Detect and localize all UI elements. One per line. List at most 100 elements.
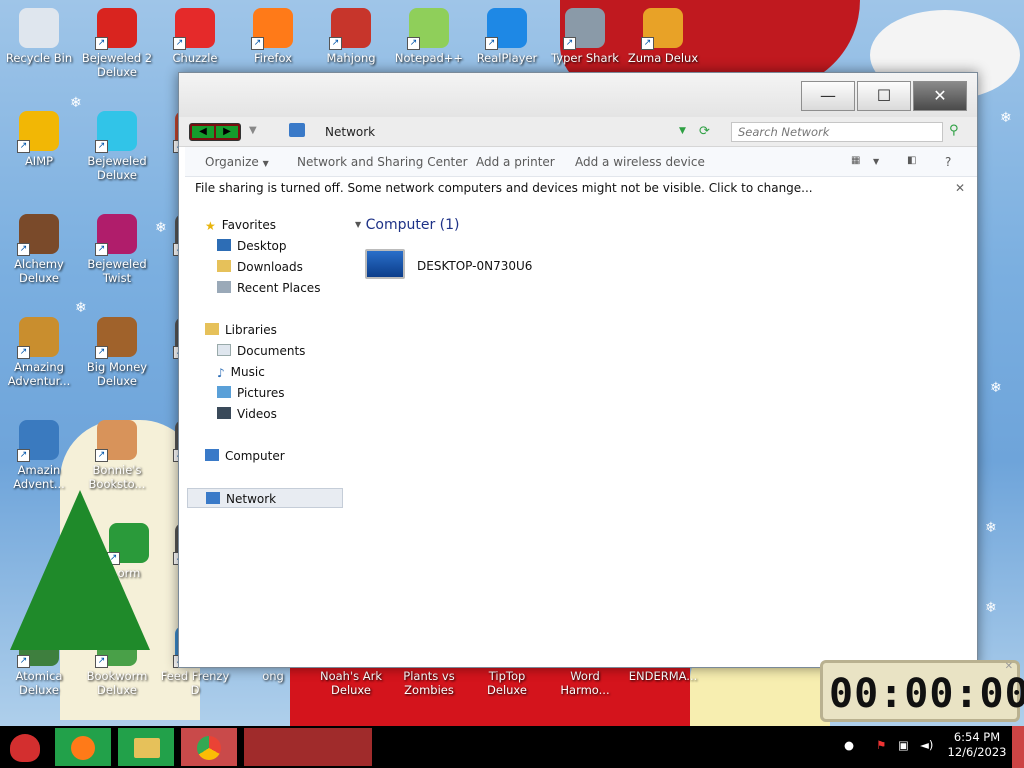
app-icon: ↗ (17, 420, 59, 462)
help-button[interactable]: ? (945, 155, 951, 169)
view-options-icon[interactable]: ▦ (851, 155, 860, 166)
desktop-icon-amazing-adventur-[interactable]: ↗ Amazing Adventur... (0, 317, 78, 388)
taskbar-firefox-icon[interactable] (55, 728, 111, 766)
network-computer-item[interactable]: DESKTOP-0N730U6 (363, 247, 563, 289)
shortcut-arrow-icon: ↗ (95, 346, 108, 359)
documents-icon (217, 344, 231, 356)
start-button-santa-icon[interactable] (0, 728, 52, 766)
pictures-icon (217, 386, 231, 398)
add-printer-button[interactable]: Add a printer (476, 155, 555, 169)
desktop-icon-typer-shark[interactable]: ↗ Typer Shark (546, 8, 624, 65)
libraries-icon (205, 323, 219, 335)
nav-network[interactable]: Network (187, 488, 343, 508)
show-desktop-button[interactable] (1012, 726, 1024, 768)
desktop-icon-bejeweled-twist[interactable]: ↗ Bejeweled Twist (78, 214, 156, 285)
desktop-icon-label: Atomica Deluxe (15, 669, 63, 697)
snowflake-icon: ❄ (70, 95, 82, 111)
computer-icon (365, 249, 405, 279)
desktop-icon-amazin-advent-[interactable]: ↗ Amazin Advent... (0, 420, 78, 491)
christmas-tree-icon (10, 490, 150, 650)
close-icon[interactable]: ✕ (955, 181, 965, 195)
notification-dot-icon[interactable]: ● (844, 738, 854, 752)
view-chevron-icon[interactable]: ▼ (873, 157, 879, 166)
nav-videos[interactable]: Videos (217, 404, 277, 424)
desktop-icon-label: Amazin Advent... (13, 463, 65, 491)
nav-downloads[interactable]: Downloads (217, 257, 303, 277)
desktop-icon-notepad-[interactable]: ↗ Notepad++ (390, 8, 468, 65)
desktop-icon-bonnie-s-booksto-[interactable]: ↗ Bonnie's Booksto... (78, 420, 156, 491)
network-sharing-center-button[interactable]: Network and Sharing Center (297, 155, 468, 169)
title-bar[interactable]: — ☐ ✕ (179, 73, 977, 117)
forward-arrow-icon[interactable]: ▶ (216, 126, 238, 138)
taskbar-open-window-button[interactable] (244, 728, 372, 766)
taskbar-chrome-icon[interactable] (181, 728, 237, 766)
desktop-icon-alchemy-deluxe[interactable]: ↗ Alchemy Deluxe (0, 214, 78, 285)
desktop-icon-zuma-delux[interactable]: ↗ Zuma Delux (624, 8, 702, 65)
desktop-icon-label: Bejeweled 2 Deluxe (81, 51, 153, 79)
desktop-icon-mahjong[interactable]: ↗ Mahjong (312, 8, 390, 65)
desktop-icon-label: Alchemy Deluxe (14, 257, 64, 285)
search-icon[interactable]: ⚲ (949, 123, 959, 138)
desktop-icon-recycle-bin[interactable]: Recycle Bin (0, 8, 78, 65)
desktop-icon-aimp[interactable]: ↗ AIMP (0, 111, 78, 168)
nav-desktop[interactable]: Desktop (217, 236, 287, 256)
countdown-timer-widget[interactable]: 00:00:00 ✕ (820, 660, 1024, 722)
desktop-icon-bejeweled-2-deluxe[interactable]: ↗ Bejeweled 2 Deluxe (78, 8, 156, 79)
app-icon: ↗ (563, 8, 605, 50)
network-status-icon[interactable]: ▣ (898, 738, 909, 752)
app-icon: ↗ (251, 8, 293, 50)
network-icon (289, 123, 305, 137)
taskbar-file-explorer-icon[interactable] (118, 728, 174, 766)
nav-libraries[interactable]: Libraries (205, 320, 277, 340)
back-arrow-icon[interactable]: ◀ (192, 126, 214, 138)
search-input[interactable]: Search Network (731, 122, 943, 142)
shortcut-arrow-icon: ↗ (17, 243, 30, 256)
explorer-window: — ☐ ✕ ◀ ▶ ▼ Network ▼ ⟳ Search Network ⚲… (178, 72, 978, 668)
organize-button[interactable]: Organize ▼ (205, 155, 269, 169)
clock[interactable]: 6:54 PM 12/6/2023 (946, 730, 1008, 760)
nav-pictures[interactable]: Pictures (217, 383, 285, 403)
desktop-icon-big-money-deluxe[interactable]: ↗ Big Money Deluxe (78, 317, 156, 388)
app-icon: ↗ (17, 214, 59, 256)
add-wireless-device-button[interactable]: Add a wireless device (575, 155, 705, 169)
app-icon: ↗ (95, 317, 137, 359)
nav-music[interactable]: ♪ Music (217, 362, 265, 382)
shortcut-arrow-icon: ↗ (251, 37, 264, 50)
close-icon[interactable]: ✕ (1005, 661, 1013, 672)
desktop-icon-label: Big Money Deluxe (86, 360, 148, 388)
nav-favorites[interactable]: ★ Favorites (205, 215, 276, 235)
desktop-icon-label: Feed Frenzy D (160, 669, 230, 697)
info-bar[interactable]: File sharing is turned off. Some network… (185, 177, 977, 201)
minimize-button[interactable]: — (801, 81, 855, 111)
desktop-icon-firefox[interactable]: ↗ Firefox (234, 8, 312, 65)
nav-recent-places[interactable]: Recent Places (217, 278, 320, 298)
navigation-pane: ★ Favorites Desktop Downloads Recent Plac… (185, 209, 345, 659)
close-button[interactable]: ✕ (913, 81, 967, 111)
nav-documents[interactable]: Documents (217, 341, 305, 361)
desktop-icon-bejeweled-deluxe[interactable]: ↗ Bejeweled Deluxe (78, 111, 156, 182)
app-icon: ↗ (95, 214, 137, 256)
group-header-computer[interactable]: ▼ Computer (1) (355, 217, 460, 233)
desktop-icon-label: Word Harmo... (560, 669, 610, 697)
desktop-icon-realplayer[interactable]: ↗ RealPlayer (468, 8, 546, 65)
maximize-button[interactable]: ☐ (857, 81, 911, 111)
nav-computer[interactable]: Computer (205, 446, 285, 466)
recent-pages-chevron-icon[interactable]: ▼ (249, 125, 257, 136)
desktop-icon-chuzzle[interactable]: ↗ Chuzzle (156, 8, 234, 65)
command-bar: Organize ▼ Network and Sharing Center Ad… (185, 147, 977, 177)
shortcut-arrow-icon: ↗ (485, 37, 498, 50)
desktop-icon-label: TipTop Deluxe (487, 669, 527, 697)
breadcrumb[interactable]: Network (325, 125, 375, 139)
app-icon: ↗ (173, 8, 215, 50)
volume-icon[interactable]: ◄) (920, 738, 933, 752)
refresh-icon[interactable]: ⟳ (699, 124, 710, 139)
address-dropdown-icon[interactable]: ▼ (679, 126, 686, 136)
snowflake-icon: ❄ (1000, 110, 1012, 126)
snowflake-icon: ❄ (990, 380, 1002, 396)
desktop-icon-label: Typer Shark (551, 51, 619, 65)
desktop-icon-label: Bejeweled Twist (87, 257, 147, 285)
preview-pane-icon[interactable]: ◧ (907, 155, 916, 166)
info-bar-message[interactable]: File sharing is turned off. Some network… (195, 181, 813, 195)
flag-icon[interactable]: ⚑ (876, 738, 886, 752)
recent-places-icon (217, 281, 231, 293)
